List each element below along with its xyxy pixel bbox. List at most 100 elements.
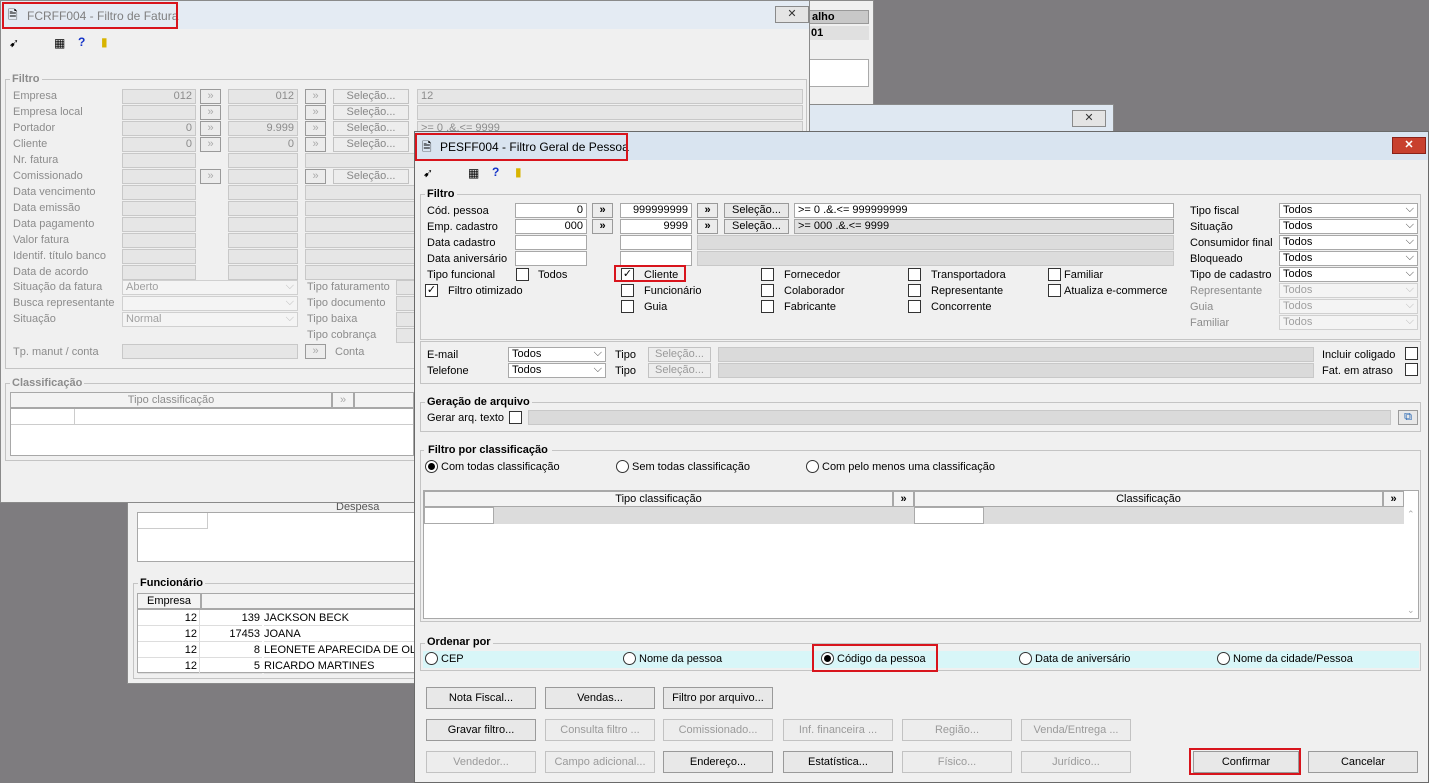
col-tipo-lookup-button[interactable]: »: [893, 491, 914, 507]
right-field-select[interactable]: Todos: [1279, 235, 1418, 250]
concorrente-checkbox[interactable]: [908, 300, 921, 313]
gerar-arq-checkbox[interactable]: [509, 411, 522, 424]
emp-cadastro-from[interactable]: 000: [515, 219, 587, 234]
folder-browse-icon[interactable]: ⧉: [1398, 410, 1418, 425]
atualiza-ecommerce-checkbox[interactable]: [1048, 284, 1061, 297]
right-field-select[interactable]: Todos: [1279, 267, 1418, 282]
emp-cadastro-selecao-button[interactable]: Seleção...: [724, 219, 789, 234]
help-icon[interactable]: ?: [492, 165, 499, 179]
right-field-select[interactable]: Todos: [1279, 203, 1418, 218]
right-field-select[interactable]: Todos: [1279, 283, 1418, 298]
fatura-row-to[interactable]: [228, 185, 298, 200]
fatura-row-to[interactable]: [228, 169, 298, 184]
grid-row-cell[interactable]: [914, 507, 984, 524]
pessoa-close-button[interactable]: ✕: [1392, 137, 1426, 154]
com-todas-radio[interactable]: [425, 460, 438, 473]
fatura-row-range-button[interactable]: »: [305, 105, 326, 120]
fatura-row-selecao-button[interactable]: Seleção...: [333, 137, 409, 152]
data-cadastro-from[interactable]: [515, 235, 587, 250]
data-aniversario-radio[interactable]: [1019, 652, 1032, 665]
gravar-filtro-button[interactable]: Gravar filtro...: [426, 719, 536, 741]
bg-mid-close-button[interactable]: ✕: [1072, 110, 1106, 127]
right-field-select[interactable]: Todos: [1279, 315, 1418, 330]
cod-pessoa-selecao-button[interactable]: Seleção...: [724, 203, 789, 218]
tp-manut-lookup-button[interactable]: »: [305, 344, 326, 359]
todos-checkbox[interactable]: [516, 268, 529, 281]
fatura-row-from[interactable]: [122, 169, 196, 184]
transportadora-checkbox[interactable]: [908, 268, 921, 281]
fabricante-checkbox[interactable]: [761, 300, 774, 313]
campo-adicional-button[interactable]: Campo adicional...: [545, 751, 655, 773]
door-exit-icon[interactable]: ▮: [515, 165, 522, 179]
fatura-row-range-button[interactable]: »: [305, 169, 326, 184]
telefone-select[interactable]: Todos: [508, 363, 606, 378]
situacao-select[interactable]: Normal: [122, 312, 298, 327]
fatura-row-copy-button[interactable]: »: [200, 105, 221, 120]
fornecedor-checkbox[interactable]: [761, 268, 774, 281]
cod-pessoa-from[interactable]: 0: [515, 203, 587, 218]
right-field-select[interactable]: Todos: [1279, 251, 1418, 266]
fatura-row-to[interactable]: 012: [228, 89, 298, 104]
nota-fiscal-button[interactable]: Nota Fiscal...: [426, 687, 536, 709]
inf-financeira-button[interactable]: Inf. financeira ...: [783, 719, 893, 741]
pelo-menos-radio[interactable]: [806, 460, 819, 473]
fatura-row-copy-button[interactable]: »: [200, 89, 221, 104]
fatura-row-range-button[interactable]: »: [305, 121, 326, 136]
tipo-documento-field[interactable]: [396, 296, 416, 311]
fatura-row-from[interactable]: [122, 249, 196, 264]
fatura-row-from[interactable]: [122, 105, 196, 120]
fat-atraso-checkbox[interactable]: [1405, 363, 1418, 376]
fatura-row-selecao-button[interactable]: Seleção...: [333, 89, 409, 104]
colaborador-checkbox[interactable]: [761, 284, 774, 297]
fatura-row-to[interactable]: [228, 233, 298, 248]
fatura-row-to[interactable]: 0: [228, 137, 298, 152]
consulta-filtro-button[interactable]: Consulta filtro ...: [545, 719, 655, 741]
incluir-coligado-checkbox[interactable]: [1405, 347, 1418, 360]
filtro-otimizado-checkbox[interactable]: ✓: [425, 284, 438, 297]
fatura-row-to[interactable]: [228, 201, 298, 216]
fatura-row-to[interactable]: [228, 265, 298, 280]
cep-radio[interactable]: [425, 652, 438, 665]
fatura-row-from[interactable]: [122, 233, 196, 248]
emp-cadastro-range-button[interactable]: »: [697, 219, 718, 234]
representante-checkbox[interactable]: [908, 284, 921, 297]
venda-entrega-button[interactable]: Venda/Entrega ...: [1021, 719, 1131, 741]
tipo-baixa-field[interactable]: [396, 312, 416, 327]
situacao-fatura-select[interactable]: Aberto: [122, 280, 298, 295]
grid-icon[interactable]: ▦: [54, 36, 65, 50]
familiar-checkbox[interactable]: [1048, 268, 1061, 281]
fatura-row-from[interactable]: [122, 153, 196, 168]
right-field-select[interactable]: Todos: [1279, 219, 1418, 234]
data-cadastro-to[interactable]: [620, 235, 692, 250]
fatura-row-selecao-button[interactable]: Seleção...: [333, 121, 409, 136]
cod-pessoa-to[interactable]: 999999999: [620, 203, 692, 218]
fatura-row-to[interactable]: [228, 153, 298, 168]
fatura-row-copy-button[interactable]: »: [200, 121, 221, 136]
grid-icon[interactable]: ▦: [468, 166, 479, 180]
right-field-select[interactable]: Todos: [1279, 299, 1418, 314]
fisico-button[interactable]: Físico...: [902, 751, 1012, 773]
tp-manut-field[interactable]: [122, 344, 298, 359]
data-aniversario-to[interactable]: [620, 251, 692, 266]
fatura-row-selecao-button[interactable]: Seleção...: [333, 169, 409, 184]
fatura-row-copy-button[interactable]: »: [200, 137, 221, 152]
fatura-close-button[interactable]: ✕: [775, 6, 809, 23]
fatura-row-from[interactable]: [122, 201, 196, 216]
fatura-row-to[interactable]: 9.999: [228, 121, 298, 136]
fatura-row-from[interactable]: 0: [122, 121, 196, 136]
fatura-row-from[interactable]: [122, 185, 196, 200]
email-select[interactable]: Todos: [508, 347, 606, 362]
vendas-button[interactable]: Vendas...: [545, 687, 655, 709]
fatura-row-from[interactable]: [122, 265, 196, 280]
grid-scrollbar[interactable]: ⌃ ⌄: [1405, 507, 1418, 618]
fatura-row-from[interactable]: [122, 217, 196, 232]
exit-arrow-icon[interactable]: ➹: [423, 166, 433, 180]
exit-arrow-icon[interactable]: ➹: [9, 36, 19, 50]
door-exit-icon[interactable]: ▮: [101, 35, 108, 49]
nome-pessoa-radio[interactable]: [623, 652, 636, 665]
cidade-radio[interactable]: [1217, 652, 1230, 665]
endereco-button[interactable]: Endereço...: [663, 751, 773, 773]
comissionado-button[interactable]: Comissionado...: [663, 719, 773, 741]
email-selecao-button[interactable]: Seleção...: [648, 347, 711, 362]
fatura-row-selecao-button[interactable]: Seleção...: [333, 105, 409, 120]
